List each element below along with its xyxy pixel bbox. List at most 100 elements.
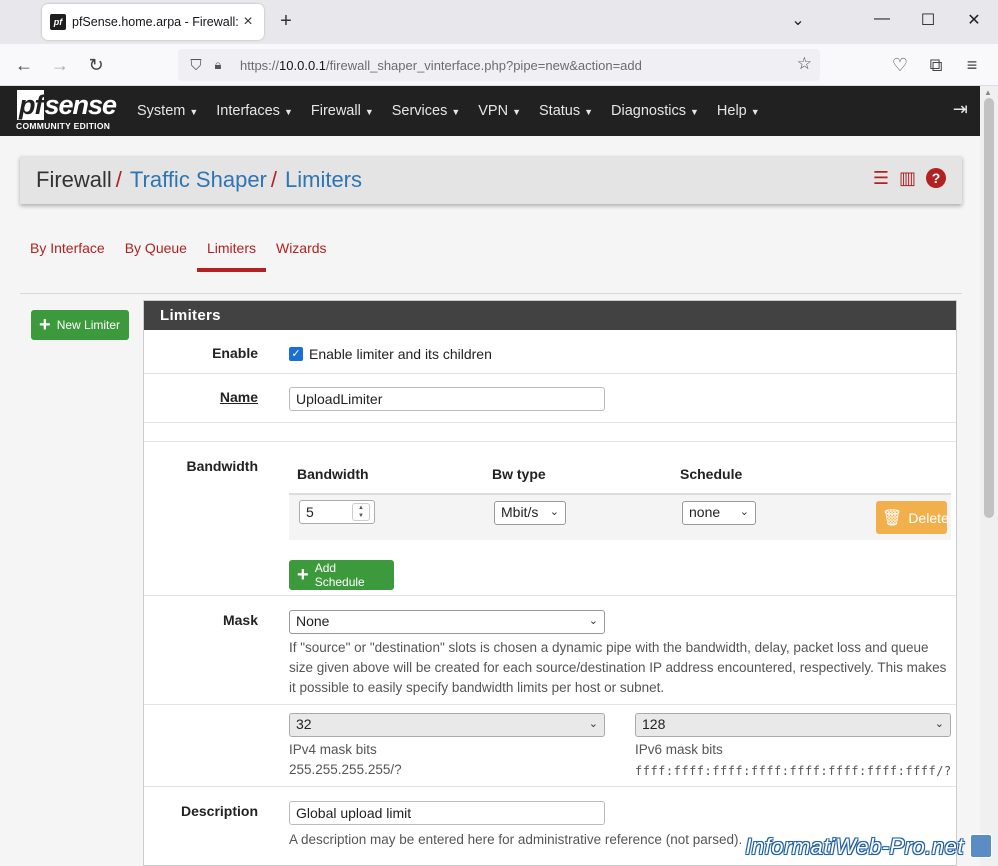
trash-icon: 🗑︎ bbox=[882, 509, 903, 527]
name-input[interactable]: UploadLimiter bbox=[289, 387, 605, 411]
new-tab-icon[interactable]: + bbox=[276, 10, 296, 33]
close-tab-icon[interactable]: × bbox=[240, 13, 256, 31]
caret-down-icon: ▼ bbox=[512, 107, 522, 117]
enable-checkbox[interactable]: ✓ bbox=[289, 347, 303, 361]
reload-icon[interactable]: ↻ bbox=[84, 53, 108, 77]
minimize-icon[interactable]: — bbox=[872, 10, 892, 28]
tab-list-chevron-icon[interactable]: ⌄ bbox=[788, 10, 808, 30]
menu-system[interactable]: System ▼ bbox=[128, 103, 207, 119]
enable-checkbox-label: Enable limiter and its children bbox=[309, 346, 492, 362]
tracking-shield-icon[interactable]: ⛉ bbox=[186, 57, 206, 74]
delete-button[interactable]: 🗑︎ Delete bbox=[876, 501, 949, 534]
browser-tab[interactable]: pf pfSense.home.arpa - Firewall: Tr × bbox=[42, 4, 264, 40]
plus-icon: + bbox=[39, 313, 51, 336]
browser-tab-bar: pf pfSense.home.arpa - Firewall: Tr × + … bbox=[0, 0, 998, 44]
mask-row: Mask None ⌄ If "source" or "destination"… bbox=[144, 596, 956, 705]
description-label: Description bbox=[180, 803, 258, 819]
breadcrumb: Firewall / Traffic Shaper / Limiters ☰ ▥… bbox=[20, 156, 962, 204]
menu-help[interactable]: Help ▼ bbox=[708, 103, 769, 119]
menu-status[interactable]: Status ▼ bbox=[530, 103, 602, 119]
menu-services[interactable]: Services ▼ bbox=[383, 103, 470, 119]
new-limiter-button[interactable]: + New Limiter bbox=[31, 310, 129, 340]
ipv4-mask-bits-value: 32 bbox=[296, 716, 312, 732]
menu-interfaces[interactable]: Interfaces ▼ bbox=[207, 103, 302, 119]
shaper-tabs: By Interface By Queue Limiters Wizards bbox=[20, 226, 337, 274]
bw-type-value: Mbit/s bbox=[501, 504, 539, 520]
enable-row: Enable ✓ Enable limiter and its children bbox=[144, 330, 956, 374]
col-schedule: Schedule bbox=[680, 466, 743, 482]
logout-icon[interactable]: ⇥ bbox=[953, 99, 968, 120]
tab-by-interface[interactable]: By Interface bbox=[20, 226, 115, 272]
caret-down-icon: ▼ bbox=[690, 107, 699, 117]
ipv4-mask-bits-select[interactable]: 32 ⌄ bbox=[289, 713, 605, 737]
logo-pf-text: pf bbox=[17, 90, 45, 120]
forward-arrow-icon[interactable]: → bbox=[48, 53, 72, 77]
name-label: Name bbox=[219, 389, 258, 405]
watermark-computer-icon bbox=[970, 834, 992, 858]
lock-icon[interactable]: 🔒︎ bbox=[206, 57, 230, 73]
back-arrow-icon[interactable]: ← bbox=[12, 53, 36, 77]
chevron-down-icon: ⌄ bbox=[588, 615, 598, 627]
caret-down-icon: ▼ bbox=[283, 107, 293, 117]
caret-down-icon: ▼ bbox=[364, 107, 374, 117]
mask-select[interactable]: None ⌄ bbox=[289, 610, 605, 634]
tabs-divider bbox=[20, 293, 962, 294]
breadcrumb-separator: / bbox=[115, 167, 122, 192]
enable-label: Enable bbox=[212, 345, 258, 361]
add-schedule-button[interactable]: + Add Schedule bbox=[289, 560, 394, 590]
description-help-text: A description may be entered here for ad… bbox=[289, 832, 743, 847]
tab-limiters[interactable]: Limiters bbox=[196, 226, 266, 272]
description-input[interactable]: Global upload limit bbox=[289, 801, 605, 825]
caret-down-icon: ▼ bbox=[750, 107, 760, 117]
help-icon[interactable]: ? bbox=[926, 168, 946, 188]
number-spinner-icon[interactable]: ▲ ▼ bbox=[352, 503, 370, 521]
menu-firewall[interactable]: Firewall ▼ bbox=[302, 103, 383, 119]
mask-value: None bbox=[296, 613, 330, 629]
breadcrumb-icons: ☰ ▥ ? bbox=[873, 168, 946, 189]
bandwidth-label: Bandwidth bbox=[186, 458, 258, 474]
settings-sliders-icon[interactable]: ☰ bbox=[873, 168, 889, 189]
address-bar[interactable]: ⛉ 🔒︎ https://10.0.0.1/firewall_shaper_vi… bbox=[178, 49, 820, 81]
ipv4-mask-bits-label: IPv4 mask bits bbox=[289, 742, 377, 757]
ipv6-mask-bits-label: IPv6 mask bits bbox=[635, 742, 723, 757]
caret-down-icon: ▼ bbox=[451, 107, 461, 117]
bar-chart-icon[interactable]: ▥ bbox=[899, 168, 916, 189]
tab-wizards[interactable]: Wizards bbox=[266, 226, 337, 272]
page-scrollbar[interactable]: ▲ bbox=[980, 86, 998, 866]
maximize-icon[interactable]: ☐ bbox=[918, 10, 938, 30]
chevron-down-icon: ⌄ bbox=[588, 718, 598, 730]
breadcrumb-limiters[interactable]: Limiters bbox=[285, 167, 362, 193]
bookmark-star-icon[interactable]: ☆ bbox=[797, 54, 812, 74]
enable-checkbox-wrap[interactable]: ✓ Enable limiter and its children bbox=[289, 346, 492, 362]
bandwidth-value-input[interactable]: 5 ▲ ▼ bbox=[299, 500, 375, 524]
breadcrumb-separator: / bbox=[270, 167, 277, 192]
app-menu-icon[interactable]: ≡ bbox=[960, 53, 984, 77]
bandwidth-row: Bandwidth Bandwidth Bw type Schedule 5 ▲… bbox=[144, 442, 956, 596]
bandwidth-table-row bbox=[289, 495, 951, 540]
extensions-icon[interactable]: ⧉ bbox=[924, 53, 948, 77]
url-text: https://10.0.0.1/firewall_shaper_vinterf… bbox=[240, 57, 642, 73]
breadcrumb-traffic-shaper[interactable]: Traffic Shaper bbox=[130, 167, 267, 193]
col-bw-type: Bw type bbox=[492, 466, 546, 482]
browser-tab-title: pfSense.home.arpa - Firewall: Tr bbox=[72, 15, 240, 29]
chevron-down-icon: ⌄ bbox=[739, 506, 749, 518]
menu-vpn[interactable]: VPN ▼ bbox=[469, 103, 530, 119]
main-menu: System ▼ Interfaces ▼ Firewall ▼ Services ▼ … bbox=[128, 86, 769, 136]
panel-title: Limiters bbox=[144, 301, 956, 330]
caret-down-icon: ▼ bbox=[189, 107, 199, 117]
scrollbar-thumb[interactable] bbox=[984, 98, 994, 518]
caret-down-icon: ▼ bbox=[584, 107, 594, 117]
pfsense-logo[interactable]: pfsense COMMUNITY EDITION bbox=[0, 86, 128, 136]
pocket-icon[interactable]: ♡ bbox=[888, 53, 912, 77]
tab-by-queue[interactable]: By Queue bbox=[115, 226, 197, 272]
logo-edition-text: COMMUNITY EDITION bbox=[16, 121, 111, 131]
breadcrumb-firewall: Firewall bbox=[36, 167, 112, 192]
bw-type-select[interactable]: Mbit/s ⌄ bbox=[494, 501, 566, 525]
schedule-select[interactable]: none ⌄ bbox=[682, 501, 756, 525]
ipv6-mask-bits-select[interactable]: 128 ⌄ bbox=[635, 713, 951, 737]
watermark-text: InformatiWeb-Pro.net bbox=[745, 834, 964, 859]
window-close-icon[interactable]: ✕ bbox=[964, 10, 984, 30]
scroll-up-icon[interactable]: ▲ bbox=[984, 88, 992, 97]
mask-bits-row: 32 ⌄ IPv4 mask bits 255.255.255.255/? 12… bbox=[144, 705, 956, 787]
menu-diagnostics[interactable]: Diagnostics ▼ bbox=[602, 103, 708, 119]
